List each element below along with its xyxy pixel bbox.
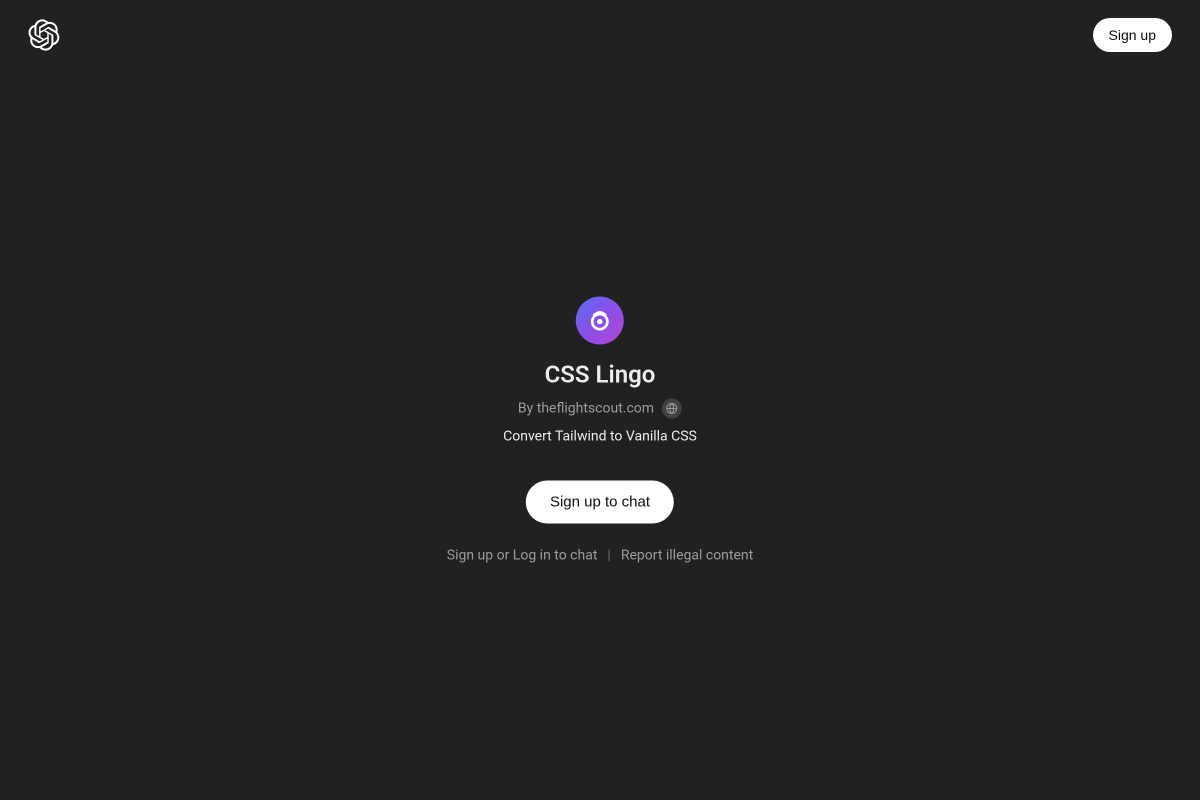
globe-icon <box>662 399 682 419</box>
main-content: CSS Lingo By theflightscout.com Convert … <box>447 297 753 564</box>
gpt-title: CSS Lingo <box>545 361 656 389</box>
gpt-description: Convert Tailwind to Vanilla CSS <box>503 429 697 445</box>
header: Sign up <box>0 0 1200 70</box>
report-link[interactable]: Report illegal content <box>621 548 753 564</box>
footer-links: Sign up or Log in to chat | Report illeg… <box>447 548 753 564</box>
signup-to-chat-button[interactable]: Sign up to chat <box>526 481 674 524</box>
openai-logo-icon[interactable] <box>28 19 60 51</box>
gpt-byline: By theflightscout.com <box>518 399 682 419</box>
login-link[interactable]: Sign up or Log in to chat <box>447 548 598 564</box>
signup-button[interactable]: Sign up <box>1093 18 1172 52</box>
divider: | <box>607 548 610 564</box>
gpt-author: By theflightscout.com <box>518 401 654 417</box>
gpt-avatar-icon <box>576 297 624 345</box>
